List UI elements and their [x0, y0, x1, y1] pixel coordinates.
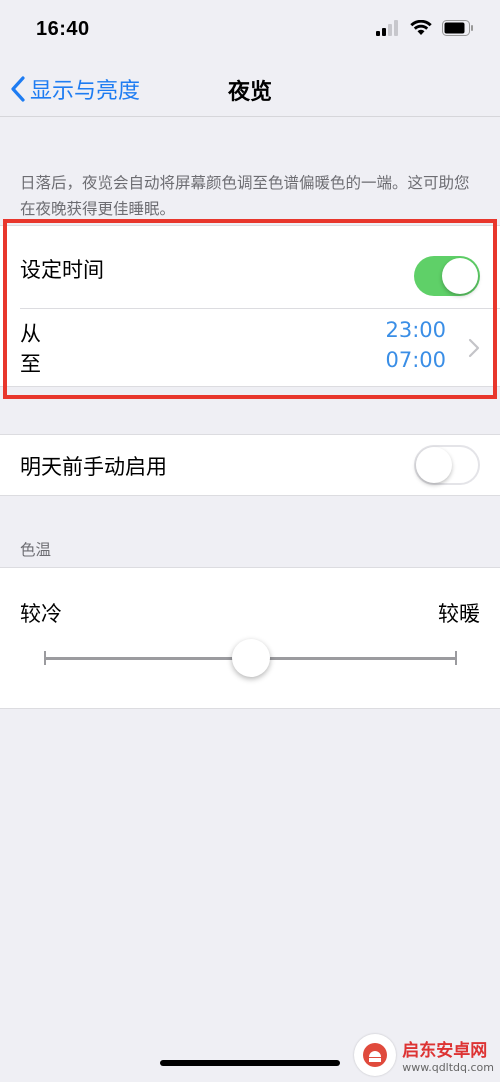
watermark-url: www.qdltdq.com — [402, 1061, 494, 1074]
manual-enable-row: 明天前手动启用 — [0, 435, 500, 495]
watermark: 启东安卓网 www.qdltdq.com — [354, 1034, 494, 1076]
manual-enable-label: 明天前手动启用 — [20, 455, 167, 479]
status-icons — [376, 20, 474, 36]
highlight-box — [3, 219, 497, 399]
track-end-cap — [455, 651, 457, 665]
android-icon — [363, 1043, 388, 1067]
manual-enable-toggle-knob — [416, 447, 452, 483]
manual-group: 明天前手动启用 — [0, 434, 500, 496]
cooler-label: 较冷 — [20, 602, 62, 626]
color-temperature-group — [0, 567, 500, 709]
track-start-cap — [44, 651, 46, 665]
home-indicator[interactable] — [160, 1060, 340, 1066]
cellular-signal-icon — [376, 20, 398, 36]
color-temperature-header: 色温 — [20, 541, 52, 559]
watermark-name: 启东安卓网 — [402, 1041, 488, 1061]
wifi-icon — [410, 20, 432, 35]
night-shift-description: 日落后，夜览会自动将屏幕颜色调至色谱偏暖色的一端。这可助您在夜晚获得更佳睡眠。 — [20, 174, 470, 218]
watermark-logo — [354, 1034, 397, 1076]
status-bar: 16:40 — [0, 0, 500, 62]
watermark-text: 启东安卓网 www.qdltdq.com — [402, 1036, 494, 1074]
page-title: 夜览 — [227, 80, 272, 105]
navigation-bar: 显示与亮度 夜览 — [0, 62, 500, 117]
battery-icon — [442, 20, 473, 36]
warmer-label: 较暖 — [438, 602, 480, 626]
manual-enable-toggle[interactable] — [414, 445, 480, 485]
color-temperature-slider-thumb[interactable] — [232, 639, 270, 677]
status-time: 16:40 — [36, 18, 90, 40]
